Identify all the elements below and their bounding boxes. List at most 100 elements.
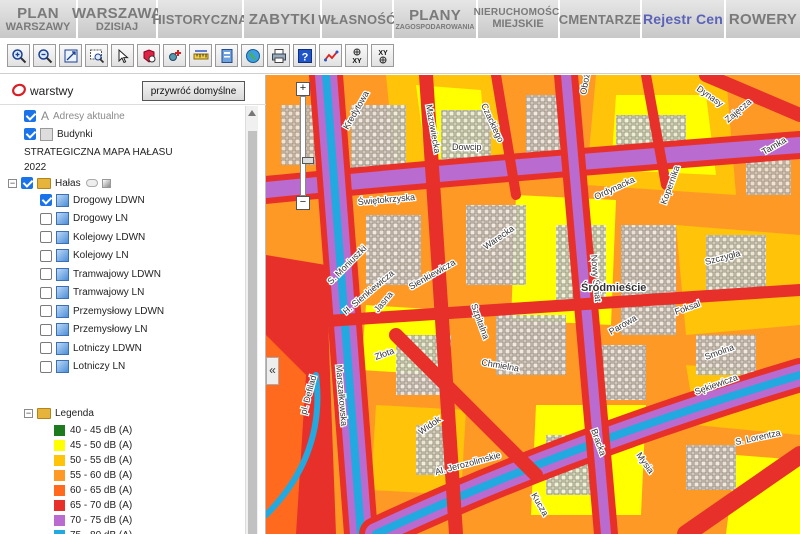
layer-checkbox[interactable] <box>40 305 52 317</box>
route-icon <box>323 50 338 61</box>
xy-locate-button[interactable]: XY <box>345 44 368 67</box>
layer-checkbox[interactable] <box>40 323 52 336</box>
legend-label: 65 - 70 dB (A) <box>70 499 133 511</box>
nav-plany-zagospodarowania[interactable]: PLANY zagospodarowania <box>394 0 478 38</box>
legend-label: 45 - 50 dB (A) <box>70 439 133 451</box>
measure-button[interactable] <box>189 44 212 67</box>
zoom-extent-icon <box>64 49 77 62</box>
noise-map-canvas[interactable]: Kredytowa Mazowiecka Czackiego Dowcip Ob… <box>266 75 800 534</box>
nav-historyczna[interactable]: HISTORYCZNA <box>152 0 247 38</box>
zoom-extent-button[interactable] <box>59 44 82 67</box>
layer-label[interactable]: Drogowy LDWN <box>73 195 145 206</box>
layer-label[interactable]: Kolejowy LDWN <box>73 232 145 243</box>
layer-label[interactable]: Przemysłowy LDWN <box>73 306 164 317</box>
collapse-panel-button[interactable]: « <box>266 357 279 385</box>
zoom-window-button[interactable] <box>85 44 108 67</box>
layer-label[interactable]: Lotniczy LDWN <box>73 343 142 354</box>
legend-item: 55 - 60 dB (A) <box>54 467 132 483</box>
layer-checkbox[interactable] <box>40 360 52 373</box>
group-label: Hałas <box>55 177 81 189</box>
layer-label: Budynki <box>57 128 93 140</box>
zoom-out-control[interactable]: − <box>296 196 310 210</box>
nav-rowery[interactable]: ROWERY <box>726 0 800 38</box>
layer-map-icon <box>56 360 69 373</box>
noise-layer-row: Lotniczy LN <box>40 359 125 375</box>
nav-sublabel: Warszawy <box>5 20 71 33</box>
nav-label: Rejestr Cen <box>642 11 723 27</box>
layer-map-icon <box>56 323 69 336</box>
layer-map-icon <box>56 212 69 225</box>
legend-label: 75 - 80 dB (A) <box>70 530 132 534</box>
restore-defaults-button[interactable]: przywróć domyślne <box>142 81 245 101</box>
layer-label: Adresy aktualne <box>53 110 125 122</box>
layer-checkbox[interactable] <box>40 286 52 299</box>
zoom-out-icon <box>37 48 52 63</box>
noise-layer-row: Przemysłowy LDWN <box>40 303 164 319</box>
zoom-in-icon <box>11 48 26 63</box>
nav-zabytki[interactable]: ZABYTKI <box>244 0 322 38</box>
layer-checkbox[interactable] <box>40 212 52 225</box>
layer-checkbox[interactable] <box>40 342 52 354</box>
measure-icon <box>193 49 208 59</box>
zoom-knob[interactable] <box>302 157 314 164</box>
layer-checkbox[interactable] <box>40 268 52 280</box>
zoom-track[interactable] <box>300 96 314 196</box>
scroll-thumb[interactable] <box>248 131 257 534</box>
layer-checkbox[interactable] <box>40 231 52 243</box>
add-point-button[interactable] <box>163 44 186 67</box>
zoom-out-button[interactable] <box>33 44 56 67</box>
street-label: Dowcip <box>452 142 482 152</box>
building-icon <box>40 127 53 141</box>
transparency-icon[interactable] <box>101 178 111 188</box>
scroll-up-icon[interactable] <box>248 110 256 116</box>
nav-nieruchomosci-miejskie[interactable]: NIERUCHOMOŚCI miejskie <box>474 0 562 38</box>
zoom-in-button[interactable] <box>7 44 30 67</box>
legend-swatch <box>54 424 65 436</box>
pointer-icon <box>118 48 129 63</box>
layer-label[interactable]: Kolejowy LN <box>73 250 129 261</box>
group-row-legenda: − Legenda <box>24 405 94 421</box>
layer-label[interactable]: Tramwajowy LDWN <box>73 269 161 280</box>
layers-panel-header: warstwy przywróć domyślne <box>0 75 266 105</box>
checkbox-budynki[interactable] <box>24 128 36 140</box>
svg-text:?: ? <box>301 51 308 63</box>
nav-warszawa-dzisiaj[interactable]: WARSZAWA dzisiaj <box>72 0 162 38</box>
collapse-toggle[interactable]: − <box>8 178 17 188</box>
checkbox-halas[interactable] <box>21 177 33 189</box>
nav-wlasnosc[interactable]: WŁASNOŚĆ <box>318 0 396 38</box>
layer-label[interactable]: Tramwajowy LN <box>73 287 144 298</box>
noise-map[interactable]: Kredytowa Mazowiecka Czackiego Dowcip Ob… <box>266 75 800 534</box>
layer-label[interactable]: Przemysłowy LN <box>73 324 147 335</box>
layer-checkbox[interactable] <box>40 194 52 206</box>
nav-rejestr-cen[interactable]: Rejestr Cen <box>642 0 726 38</box>
layer-checkbox[interactable] <box>40 249 52 262</box>
nav-plan-warszawy[interactable]: PLAN Warszawy <box>0 0 78 38</box>
xy-goto-button[interactable]: XY <box>371 44 394 67</box>
nav-label: NIERUCHOMOŚCI <box>473 7 563 18</box>
xy-locate-icon: XY <box>352 48 361 64</box>
layer-label[interactable]: Lotniczy LN <box>73 361 125 372</box>
layer-label[interactable]: Drogowy LN <box>73 213 128 224</box>
route-button[interactable] <box>319 44 342 67</box>
top-navigation: PLAN Warszawy WARSZAWA dzisiaj HISTORYCZ… <box>0 0 800 38</box>
legend-label: 55 - 60 dB (A) <box>70 469 133 481</box>
nav-cmentarze[interactable]: CMENTARZE <box>559 0 642 38</box>
tree-scrollbar[interactable] <box>245 106 258 534</box>
collapse-toggle[interactable]: − <box>24 408 33 418</box>
zoom-in-control[interactable]: + <box>296 82 310 96</box>
group-row-halas: − Hałas <box>8 175 111 191</box>
layer-map-icon <box>56 193 69 207</box>
globe-button[interactable] <box>241 44 264 67</box>
pointer-button[interactable] <box>111 44 134 67</box>
identify-button[interactable] <box>137 44 160 67</box>
help-button[interactable]: ? <box>293 44 316 67</box>
legend-swatch <box>54 469 65 481</box>
legend-label: 50 - 55 dB (A) <box>70 454 133 466</box>
legend-book-button[interactable] <box>215 44 238 67</box>
visibility-toggle-icon[interactable] <box>85 179 98 187</box>
warstwy-logo-icon <box>12 83 26 97</box>
print-button[interactable] <box>267 44 290 67</box>
checkbox-adresy[interactable] <box>24 110 36 122</box>
text-a-icon: A <box>41 109 50 123</box>
noise-layer-row: Tramwajowy LN <box>40 285 144 301</box>
